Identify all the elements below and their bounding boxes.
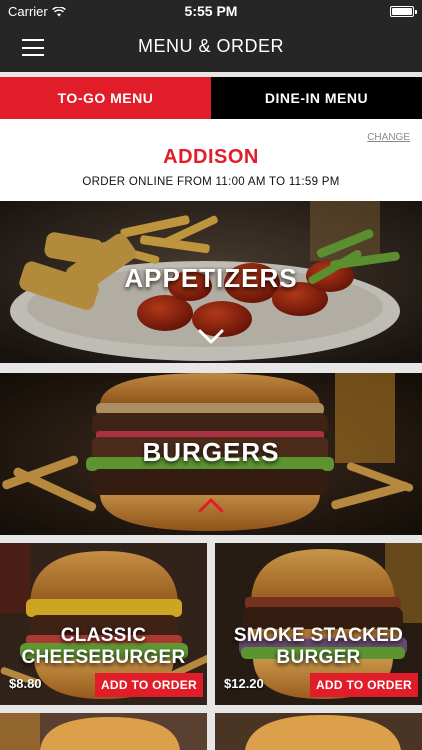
add-to-order-button[interactable]: ADD TO ORDER: [309, 673, 418, 697]
product-title: SMOKE STACKED BURGER: [215, 625, 422, 669]
page-title: MENU & ORDER: [137, 36, 284, 56]
product-card-smoke-stacked-burger[interactable]: SMOKE STACKED BURGER $12.20 ADD TO ORDER: [215, 543, 422, 705]
product-card-partial[interactable]: [215, 713, 422, 750]
product-title-line1: CLASSIC: [60, 625, 147, 646]
change-location-link[interactable]: CHANGE: [367, 132, 410, 143]
chevron-up-icon: [198, 498, 224, 513]
location-name: ADDISON: [163, 146, 259, 168]
tab-dine-in-menu[interactable]: DINE-IN MENU: [211, 77, 422, 119]
menu-tabs: TO-GO MENU DINE-IN MENU: [0, 77, 422, 119]
product-title: CLASSIC CHEESEBURGER: [0, 625, 207, 669]
product-title-line1: SMOKE STACKED: [233, 625, 404, 646]
category-appetizers[interactable]: APPETIZERS: [0, 201, 422, 363]
chevron-down-icon: [198, 329, 224, 344]
add-to-order-button[interactable]: ADD TO ORDER: [94, 673, 203, 697]
product-title-line2: BURGER: [276, 647, 361, 668]
status-bar: Carrier 5:55 PM: [0, 0, 422, 22]
product-card-classic-cheeseburger[interactable]: CLASSIC CHEESEBURGER $8.80 ADD TO ORDER: [0, 543, 207, 705]
location-panel: CHANGE ADDISON ORDER ONLINE FROM 11:00 A…: [0, 119, 422, 201]
location-hours: ORDER ONLINE FROM 11:00 AM TO 11:59 PM: [82, 176, 340, 188]
status-time: 5:55 PM: [184, 3, 238, 19]
product-price: $8.80: [9, 676, 42, 691]
category-title-appetizers: APPETIZERS: [124, 263, 298, 293]
category-burgers[interactable]: BURGERS: [0, 373, 422, 535]
product-card-partial[interactable]: [0, 713, 207, 750]
battery-icon: [390, 6, 417, 17]
tab-to-go-menu[interactable]: TO-GO MENU: [0, 77, 211, 119]
product-image-partial: [0, 713, 207, 750]
screen: Carrier 5:55 PM MENU & ORDER TO-GO MENU …: [0, 0, 422, 750]
product-title-line2: CHEESEBURGER: [21, 647, 186, 668]
nav-bar: MENU & ORDER: [0, 22, 422, 72]
category-title-burgers: BURGERS: [142, 437, 280, 467]
product-image-partial: [215, 713, 422, 750]
product-price: $12.20: [224, 676, 264, 691]
